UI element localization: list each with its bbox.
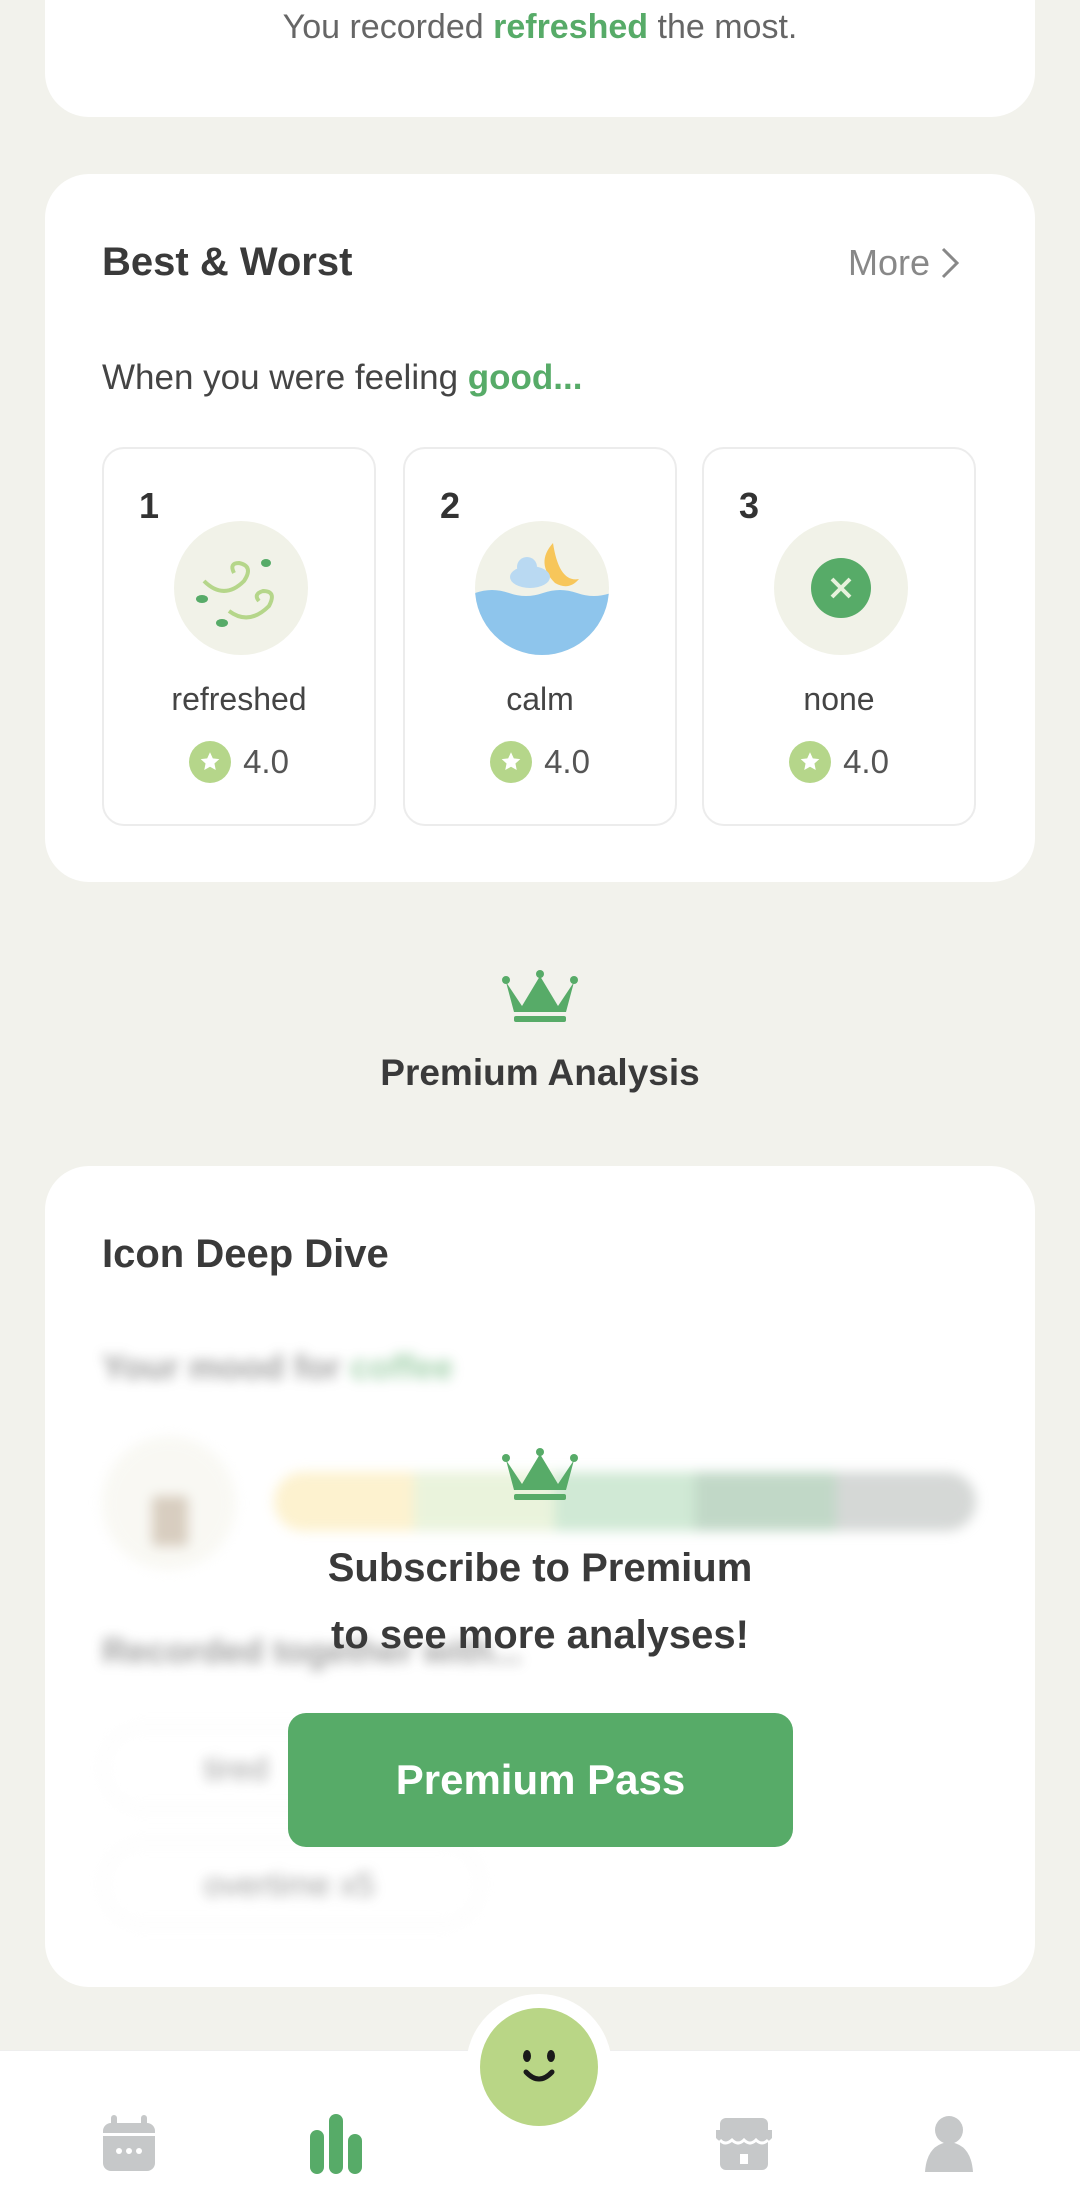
crown-icon [502, 970, 578, 1022]
emotion-label: calm [506, 681, 574, 717]
text: the most. [648, 8, 798, 46]
star-icon [789, 741, 832, 783]
nav-stats[interactable] [301, 2109, 371, 2179]
stats-icon [310, 2114, 362, 2174]
star-icon [490, 741, 533, 783]
nav-store[interactable] [709, 2109, 779, 2179]
star-icon [189, 741, 232, 783]
rating-value: 4.0 [243, 743, 289, 780]
emotion-rank-card[interactable]: 2 calm 4.0 [403, 447, 677, 826]
section-title: Icon Deep Dive [102, 1232, 389, 1276]
record-mood-button[interactable] [480, 2008, 598, 2126]
rating: 4.0 [704, 741, 974, 783]
summary-card: You recorded refreshed the most. [45, 0, 1035, 117]
highlight: good... [467, 358, 583, 397]
mood-for-text: Your mood for coffee [102, 1348, 453, 1388]
highlight: coffee [350, 1348, 454, 1387]
more-button[interactable]: More [848, 242, 960, 284]
more-label: More [847, 242, 930, 283]
mood-distribution-bar [274, 1472, 976, 1531]
nav-profile[interactable] [914, 2109, 984, 2179]
text: Your mood for [102, 1348, 351, 1387]
profile-icon [925, 2116, 973, 2172]
smiley-face-icon [523, 2050, 555, 2082]
emotion-rank-card[interactable]: 1 refreshed 4.0 [102, 447, 376, 826]
text: When you were feeling [102, 358, 468, 397]
rating-value: 4.0 [544, 743, 590, 780]
wind-icon [174, 521, 308, 655]
mood-bar-segment [695, 1472, 836, 1531]
message-line: Subscribe to Premium [327, 1546, 753, 1590]
most-recorded-text: You recorded refreshed the most. [45, 8, 1035, 47]
subscribe-message: Subscribe to Premium to see more analyses… [0, 1535, 1080, 1669]
store-icon [716, 2118, 772, 2170]
list-item: overtime x5 [102, 1842, 482, 1926]
crown-icon [502, 1448, 578, 1500]
mood-bar-segment [835, 1472, 976, 1531]
rank: 2 [440, 485, 461, 526]
emotion-rank-card[interactable]: 3 none 4.0 [702, 447, 976, 826]
premium-pass-button[interactable]: Premium Pass [288, 1713, 793, 1847]
highlight: refreshed [493, 8, 649, 46]
none-x-icon [774, 521, 908, 655]
chevron-right-icon [941, 247, 960, 279]
section-title: Best & Worst [102, 240, 353, 284]
premium-analysis-title: Premium Analysis [380, 1052, 700, 1093]
item-label: tired [204, 1750, 269, 1787]
mood-bar-segment [274, 1472, 415, 1531]
calm-sea-moon-icon [475, 521, 609, 655]
message-line: to see more analyses! [331, 1613, 749, 1657]
emotion-label: refreshed [171, 681, 307, 717]
text: You recorded [282, 8, 494, 46]
rating: 4.0 [104, 741, 374, 783]
nav-calendar[interactable] [94, 2109, 164, 2179]
calendar-icon [103, 2115, 155, 2171]
item-label: overtime x5 [204, 1866, 375, 1903]
rank: 1 [139, 485, 160, 526]
best-worst-card: Best & Worst More When you were feeling … [45, 174, 1035, 882]
rank: 3 [739, 485, 760, 526]
feeling-text: When you were feeling good... [102, 358, 582, 398]
rating-value: 4.0 [843, 743, 889, 780]
emotion-label: none [803, 681, 875, 717]
rating: 4.0 [405, 741, 675, 783]
